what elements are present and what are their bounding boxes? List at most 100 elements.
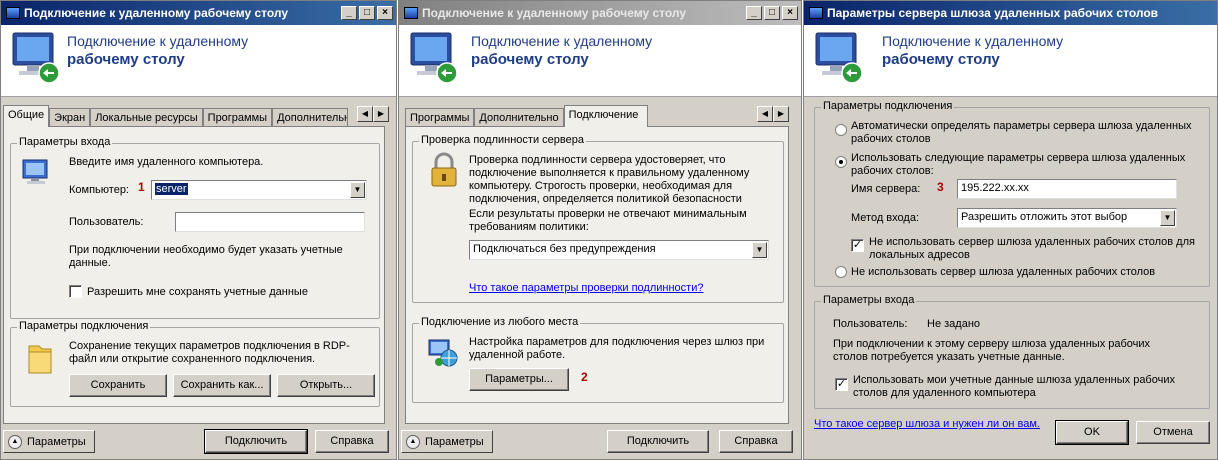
connect-button[interactable]: Подключить bbox=[204, 429, 308, 454]
tab-local-resources[interactable]: Локальные ресурсы bbox=[90, 108, 203, 127]
close-button[interactable]: × bbox=[377, 6, 393, 20]
banner-line-2: рабочему столу bbox=[882, 51, 1000, 68]
tab-scroll-left-icon[interactable]: ◀ bbox=[757, 106, 773, 122]
gateway-credentials-note: При подключении к этому серверу шлюза уд… bbox=[833, 338, 1151, 363]
allow-save-label: Разрешить мне сохранять учетные данные bbox=[87, 286, 308, 298]
use-settings-radio[interactable] bbox=[835, 156, 847, 168]
tab-general[interactable]: Общие bbox=[3, 105, 50, 127]
tab-display[interactable]: Экран bbox=[49, 108, 91, 127]
computer-combobox[interactable]: server ▼ bbox=[151, 180, 367, 200]
server-name-input[interactable]: 195.222.xx.xx bbox=[957, 179, 1177, 199]
save-button[interactable]: Сохранить bbox=[69, 374, 167, 397]
ok-button[interactable]: OK bbox=[1055, 420, 1129, 445]
auth-description: Проверка подлинности сервера удостоверяе… bbox=[469, 154, 750, 205]
help-button[interactable]: Справка bbox=[315, 430, 389, 453]
no-gateway-label: Не использовать сервер шлюза удаленных р… bbox=[851, 266, 1156, 278]
group-legend: Параметры подключения bbox=[821, 100, 955, 112]
computer-label: Компьютер: bbox=[69, 184, 129, 196]
tab-programs[interactable]: Программы bbox=[405, 108, 475, 127]
help-button[interactable]: Справка bbox=[719, 430, 793, 453]
open-button[interactable]: Открыть... bbox=[277, 374, 375, 397]
tab-panel-connection: Проверка подлинности сервера Проверка по… bbox=[405, 126, 789, 424]
login-settings-group: Параметры входа Введите имя удаленного к… bbox=[10, 136, 380, 319]
chevron-down-icon[interactable]: ▼ bbox=[752, 242, 767, 258]
tab-panel-general: Параметры входа Введите имя удаленного к… bbox=[3, 126, 385, 424]
gateway-settings-button[interactable]: Параметры... bbox=[469, 368, 569, 391]
remote-desktop-logo-icon bbox=[815, 32, 863, 84]
connect-button[interactable]: Подключить bbox=[607, 430, 709, 453]
gateway-help-link[interactable]: Что такое сервер шлюза и нужен ли он вам… bbox=[814, 418, 1040, 430]
connection-settings-group: Параметры подключения Сохранение текущих… bbox=[10, 320, 380, 407]
auto-detect-radio[interactable] bbox=[835, 124, 847, 136]
bypass-local-label: Не использовать сервер шлюза удаленных р… bbox=[869, 236, 1195, 261]
allow-save-checkbox[interactable] bbox=[69, 285, 82, 298]
remote-desktop-logo-icon bbox=[410, 32, 458, 84]
user-input[interactable] bbox=[175, 212, 365, 232]
rdp-app-icon bbox=[404, 7, 418, 19]
banner: Подключение к удаленному рабочему столу bbox=[399, 25, 801, 97]
auth-action-select[interactable]: Подключаться без предупреждения ▼ bbox=[469, 240, 769, 260]
banner-line-1: Подключение к удаленному bbox=[882, 33, 1064, 49]
logon-method-value: Разрешить отложить этот выбор bbox=[961, 211, 1128, 223]
use-gateway-creds-label: Использовать мои учетные данные шлюза уд… bbox=[853, 374, 1175, 399]
auth-policy-label: Если результаты проверки не отвечают мин… bbox=[469, 208, 747, 233]
login-prompt: Введите имя удаленного компьютера. bbox=[69, 156, 264, 168]
group-legend: Параметры входа bbox=[821, 294, 917, 306]
user-label: Пользователь: bbox=[833, 318, 908, 330]
use-settings-label: Использовать следующие параметры сервера… bbox=[851, 152, 1186, 177]
anywhere-description: Настройка параметров для подключения чер… bbox=[469, 336, 765, 361]
computer-value: server bbox=[155, 183, 188, 195]
title-bar[interactable]: Подключение к удаленному рабочему столу … bbox=[399, 1, 801, 25]
server-auth-group: Проверка подлинности сервера Проверка по… bbox=[412, 134, 784, 303]
group-legend: Параметры подключения bbox=[17, 320, 151, 332]
save-as-button[interactable]: Сохранить как... bbox=[173, 374, 271, 397]
credentials-note: При подключении необходимо будет указать… bbox=[69, 244, 343, 269]
chevron-down-icon[interactable]: ▼ bbox=[1160, 210, 1175, 226]
minimize-button[interactable]: _ bbox=[341, 6, 357, 20]
close-button[interactable]: × bbox=[782, 6, 798, 20]
logon-method-label: Метод входа: bbox=[851, 212, 919, 224]
maximize-button[interactable]: □ bbox=[764, 6, 780, 20]
connection-note: Сохранение текущих параметров подключени… bbox=[69, 340, 350, 365]
tab-advanced[interactable]: Дополнительно bbox=[474, 108, 564, 127]
tab-connection[interactable]: Подключение bbox=[563, 105, 648, 127]
step-marker-1: 1 bbox=[138, 180, 145, 194]
options-toggle-button[interactable]: ▲ Параметры bbox=[401, 430, 493, 453]
banner: Подключение к удаленному рабочему столу bbox=[1, 25, 396, 97]
title-bar[interactable]: Подключение к удаленному рабочему столу … bbox=[1, 1, 396, 25]
cancel-button[interactable]: Отмена bbox=[1136, 421, 1210, 444]
step-marker-3: 3 bbox=[937, 180, 944, 194]
chevron-down-icon[interactable]: ▼ bbox=[350, 182, 365, 198]
rdp-app-icon bbox=[809, 7, 823, 19]
bypass-local-checkbox[interactable]: ✓ bbox=[851, 239, 864, 252]
step-marker-2: 2 bbox=[581, 370, 588, 384]
no-gateway-radio[interactable] bbox=[835, 266, 847, 278]
banner-line-2: рабочему столу bbox=[67, 51, 185, 68]
banner-line-1: Подключение к удаленному bbox=[471, 33, 653, 49]
title-bar[interactable]: Параметры сервера шлюза удаленных рабочи… bbox=[804, 1, 1217, 25]
auth-action-value: Подключаться без предупреждения bbox=[473, 243, 656, 255]
use-gateway-creds-checkbox[interactable]: ✓ bbox=[835, 378, 848, 391]
tab-scroll-left-icon[interactable]: ◀ bbox=[357, 106, 373, 122]
banner: Подключение к удаленному рабочему столу bbox=[804, 25, 1217, 97]
computer-icon bbox=[22, 159, 48, 184]
minimize-button[interactable]: _ bbox=[746, 6, 762, 20]
window-title: Параметры сервера шлюза удаленных рабочи… bbox=[827, 6, 1159, 20]
rdp-window-connection-tab: Подключение к удаленному рабочему столу … bbox=[398, 0, 802, 460]
tab-scroll-right-icon[interactable]: ▶ bbox=[373, 106, 389, 122]
chevron-up-icon: ▲ bbox=[8, 434, 22, 449]
tab-programs[interactable]: Программы bbox=[202, 108, 273, 127]
tab-scroll-right-icon[interactable]: ▶ bbox=[773, 106, 789, 122]
user-label: Пользователь: bbox=[69, 216, 144, 228]
banner-line-2: рабочему столу bbox=[471, 51, 589, 68]
gateway-settings-dialog: Параметры сервера шлюза удаленных рабочи… bbox=[803, 0, 1218, 460]
lock-icon bbox=[431, 152, 457, 187]
tab-advanced[interactable]: Дополнительно bbox=[272, 108, 349, 127]
options-label: Параметры bbox=[425, 435, 484, 448]
maximize-button[interactable]: □ bbox=[359, 6, 375, 20]
options-label: Параметры bbox=[27, 435, 86, 448]
logon-method-select[interactable]: Разрешить отложить этот выбор ▼ bbox=[957, 208, 1177, 228]
options-toggle-button[interactable]: ▲ Параметры bbox=[3, 430, 95, 453]
auth-help-link[interactable]: Что такое параметры проверки подлинности… bbox=[469, 282, 703, 294]
rdp-app-icon bbox=[6, 7, 20, 19]
